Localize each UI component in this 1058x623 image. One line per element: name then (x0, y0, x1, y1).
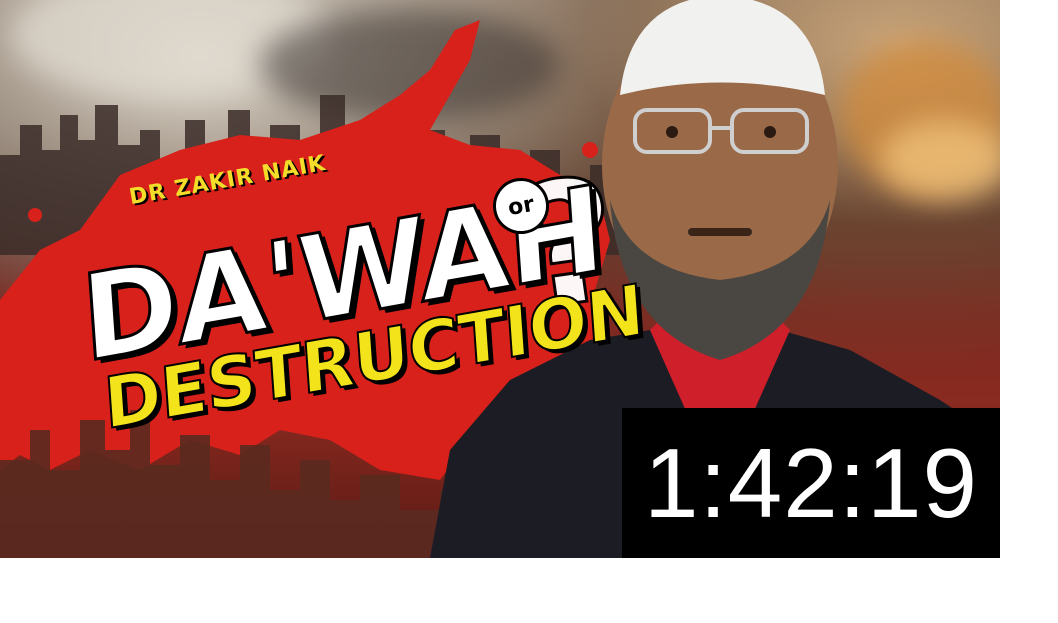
video-duration-badge: 1:42:19 (622, 408, 1000, 558)
cap (620, 0, 825, 95)
video-thumbnail[interactable]: DR ZAKIR NAIK ? DA'WAH or DESTRUCTION 1:… (0, 0, 1000, 558)
